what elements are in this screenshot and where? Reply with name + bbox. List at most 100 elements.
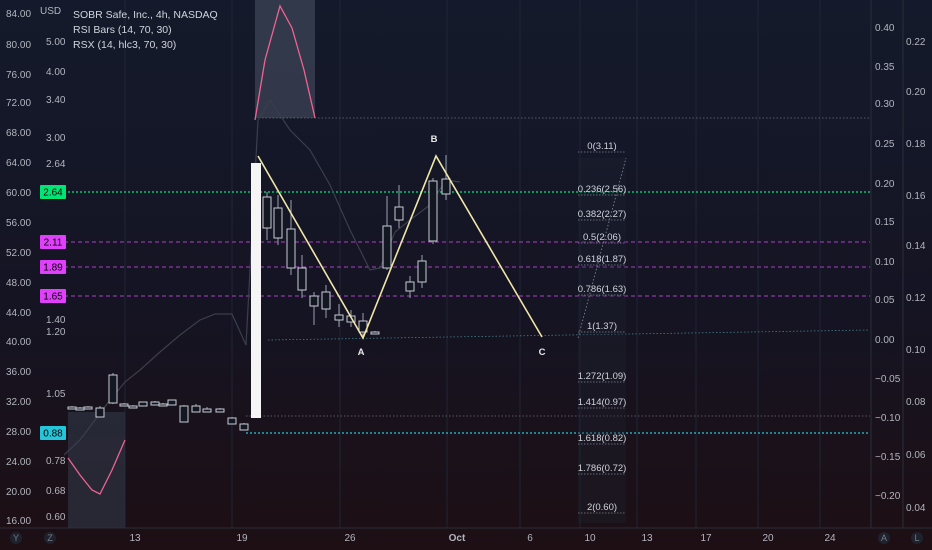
candle-body	[227, 417, 237, 425]
left-tick: 36.00	[6, 367, 31, 378]
fib-level-label: 0(3.11)	[587, 141, 616, 152]
rsi-tick: 0.20	[906, 87, 926, 98]
left-tick: 16.00	[6, 516, 31, 527]
rsx-tick: −0.20	[875, 491, 901, 502]
fib-level-label: 1.414(0.97)	[578, 397, 627, 408]
candle-body	[179, 405, 189, 423]
candle-body	[167, 399, 177, 406]
candle-body	[83, 406, 93, 410]
overbought-zone	[255, 0, 315, 118]
rsx-tick: −0.15	[875, 452, 901, 463]
time-tick: 13	[641, 533, 653, 544]
left-inner-tick: 3.40	[46, 95, 66, 106]
fibonacci-retracement[interactable]: 0(3.11)0.236(2.56)0.382(2.27)0.5(2.06)0.…	[577, 141, 627, 523]
currency-label: USD	[40, 6, 61, 17]
left-inner-tick: 3.00	[46, 133, 66, 144]
candle-body	[67, 406, 77, 410]
fib-level-label: 1.786(0.72)	[578, 463, 627, 474]
left-inner-tick: 0.68	[46, 486, 66, 497]
fib-level-label: 1.272(1.09)	[578, 371, 627, 382]
left-tick: 52.00	[6, 248, 31, 259]
time-tick: 13	[129, 533, 141, 544]
left-tick: 20.00	[6, 487, 31, 498]
left-inner-tick: 5.00	[46, 37, 66, 48]
left-inner-tick: 1.40	[46, 315, 66, 326]
left-tick: 68.00	[6, 128, 31, 139]
candle-body	[405, 281, 415, 292]
point-c-label: C	[539, 347, 546, 358]
chart-canvas[interactable]: 0(3.11)0.236(2.56)0.382(2.27)0.5(2.06)0.…	[0, 0, 932, 550]
fib-level-label: 2(0.60)	[587, 502, 617, 513]
time-tick: 19	[236, 533, 248, 544]
fib-level-label: 0.618(1.87)	[578, 254, 627, 265]
candle-body	[75, 407, 85, 411]
rsx-tick: 0.20	[875, 179, 895, 190]
time-tick: 17	[700, 533, 712, 544]
legend-symbol[interactable]: SOBR Safe, Inc., 4h, NASDAQ	[73, 9, 218, 21]
candle-body	[150, 401, 160, 406]
candle-body	[394, 206, 404, 221]
left-tick: 76.00	[6, 70, 31, 81]
rsi-tick: 0.16	[906, 191, 926, 202]
price-tag: 2.64	[43, 188, 63, 199]
candle-body	[158, 403, 168, 407]
left-inner-tick: 2.64	[46, 159, 66, 170]
rsx-tick: 0.25	[875, 139, 895, 150]
legend-rsi-bars[interactable]: RSI Bars (14, 70, 30)	[73, 24, 172, 36]
time-tick: 24	[824, 533, 836, 544]
point-b-label: B	[431, 134, 438, 145]
candle-body	[191, 405, 201, 413]
price-tag: 0.88	[43, 429, 63, 440]
candle-body	[382, 225, 392, 269]
left-tick: 72.00	[6, 98, 31, 109]
candle-body	[309, 295, 319, 307]
left-tick: 24.00	[6, 457, 31, 468]
point-a-label: A	[358, 347, 365, 358]
log-scale-label: L	[914, 533, 919, 543]
left-inner-tick: 4.00	[46, 67, 66, 78]
price-tag: 1.89	[43, 263, 63, 274]
fib-level-label: 0.382(2.27)	[578, 209, 627, 220]
rsi-tick: 0.10	[906, 345, 926, 356]
rsx-tick: 0.30	[875, 99, 895, 110]
rsi-tick: 0.04	[906, 503, 926, 514]
candle-body	[95, 407, 105, 418]
left-tick: 56.00	[6, 218, 31, 229]
rsx-tick: 0.05	[875, 295, 895, 306]
rsi-bar	[251, 163, 261, 418]
left-tick: 60.00	[6, 188, 31, 199]
fib-level-label: 0.5(2.06)	[583, 232, 621, 243]
candle-body	[119, 403, 129, 407]
rsi-tick: 0.06	[906, 450, 926, 461]
left-tick: 44.00	[6, 308, 31, 319]
time-tick: 26	[344, 533, 356, 544]
rsx-tick: 0.10	[875, 257, 895, 268]
candle-body	[321, 291, 331, 310]
candle-body	[334, 314, 344, 321]
candle-body	[297, 267, 307, 291]
chart-background	[0, 0, 932, 550]
left-tick: 84.00	[6, 9, 31, 20]
candle-body	[441, 178, 451, 195]
rsx-tick: 0.15	[875, 217, 895, 228]
left-inner-tick: 1.20	[46, 327, 66, 338]
left-tick: 32.00	[6, 397, 31, 408]
candle-body	[108, 374, 118, 404]
candle-body	[262, 196, 272, 229]
left-tick: 48.00	[6, 278, 31, 289]
rsi-tick: 0.12	[906, 293, 926, 304]
rsx-tick: −0.05	[875, 374, 901, 385]
left-tick: 80.00	[6, 40, 31, 51]
legend-rsx[interactable]: RSX (14, hlc3, 70, 30)	[73, 39, 176, 51]
rsx-tick: −0.10	[875, 413, 901, 424]
left-tick: 28.00	[6, 427, 31, 438]
left-tick: 40.00	[6, 337, 31, 348]
rsi-tick: 0.18	[906, 139, 926, 150]
price-tag: 2.11	[44, 238, 63, 249]
time-tick: 6	[527, 533, 533, 544]
left-inner-tick: 1.05	[46, 389, 66, 400]
rsi-tick: 0.22	[906, 37, 926, 48]
candle-body	[273, 207, 283, 239]
y-button-label: Y	[13, 533, 19, 543]
candle-body	[239, 423, 249, 431]
